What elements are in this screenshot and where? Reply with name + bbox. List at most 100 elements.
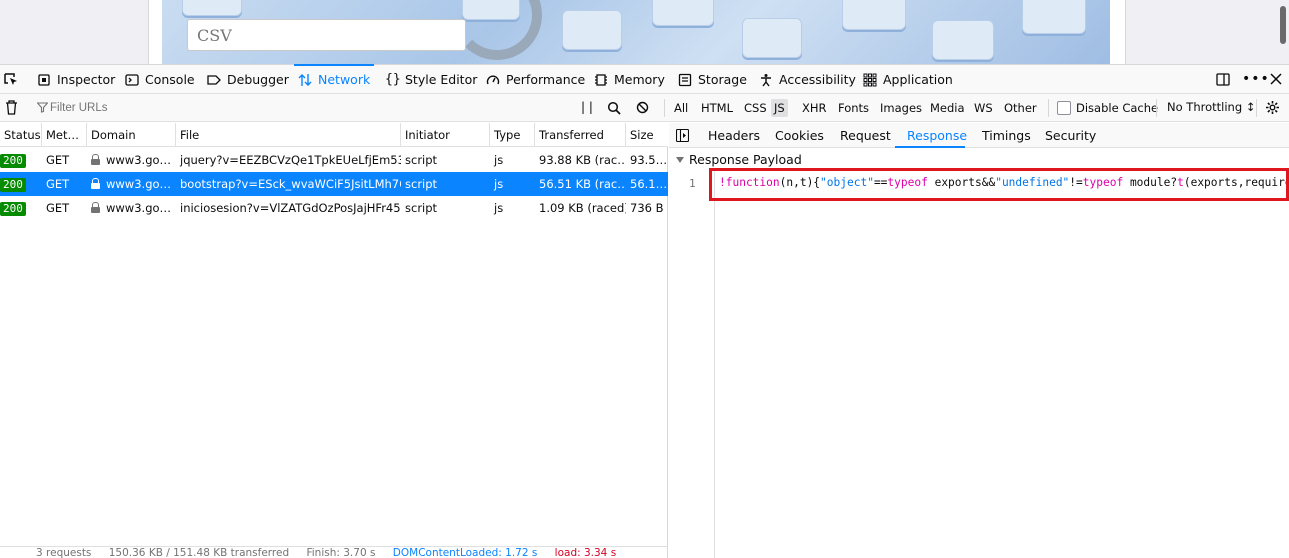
tab-performance[interactable]: Performance (486, 65, 585, 94)
table-row[interactable]: 200 GET www3.go… iniciosesion?v=VlZATGdO… (0, 196, 668, 220)
tab-label: Memory (614, 72, 665, 87)
dock-toggle-icon[interactable] (1216, 72, 1230, 89)
type-cell: js (494, 153, 504, 167)
annotation-highlight-box (709, 168, 1289, 201)
filter-type-ws[interactable]: WS (971, 99, 996, 117)
storage-icon (678, 73, 692, 87)
tab-storage[interactable]: Storage (678, 65, 747, 94)
method-cell: GET (46, 177, 70, 191)
domain-cell: www3.go… (87, 196, 176, 220)
initiator-cell[interactable]: script (401, 172, 490, 196)
tab-request[interactable]: Request (840, 123, 891, 148)
response-payload-header[interactable]: Response Payload (676, 152, 802, 167)
table-row[interactable]: 200 GET www3.go… bootstrap?v=ESck_wvaWCi… (0, 172, 668, 196)
request-count: 3 requests (36, 547, 92, 558)
details-tab-bar: Headers Cookies Request Response Timings… (669, 123, 1289, 148)
console-icon (125, 73, 139, 87)
tab-security[interactable]: Security (1045, 123, 1096, 148)
tab-application[interactable]: Application (863, 65, 953, 94)
search-icon[interactable] (607, 101, 621, 118)
element-picker-icon[interactable] (4, 73, 18, 86)
tab-label: Application (883, 72, 953, 87)
devtools-toolbar: Inspector Console Debugger Network {} St… (0, 64, 1289, 94)
size-cell: 736 B (630, 201, 664, 215)
tab-style-editor[interactable]: {} Style Editor (385, 65, 477, 94)
column-header-transferred[interactable]: Transferred (535, 123, 626, 147)
method-cell: GET (46, 153, 70, 167)
table-row[interactable]: 200 GET www3.go… jquery?v=EEZBCVzQe1TpkE… (0, 148, 668, 172)
filter-type-images[interactable]: Images (877, 99, 925, 117)
request-list-panel: Status Met… Domain File Initiator Type T… (0, 123, 668, 558)
status-badge: 200 (0, 202, 26, 216)
debugger-icon (207, 73, 221, 87)
accessibility-icon (759, 73, 773, 87)
line-number: 1 (689, 177, 696, 190)
filter-type-fonts[interactable]: Fonts (835, 99, 872, 117)
tab-inspector[interactable]: Inspector (37, 65, 115, 94)
disable-cache-checkbox[interactable] (1057, 101, 1071, 115)
status-badge: 200 (0, 178, 26, 192)
page-scrollbar[interactable] (1280, 6, 1286, 44)
filter-urls-input[interactable] (32, 98, 562, 118)
finish-time: Finish: 3.70 s (306, 547, 376, 558)
domain-text: www3.go… (106, 177, 172, 191)
column-header-size[interactable]: Size (626, 123, 668, 147)
tab-timings[interactable]: Timings (982, 123, 1031, 148)
tab-memory[interactable]: Memory (594, 65, 665, 94)
tab-network[interactable]: Network (293, 64, 375, 94)
filter-type-css[interactable]: CSS (741, 99, 770, 117)
memory-chip-icon (594, 73, 608, 87)
filter-type-other[interactable]: Other (1001, 99, 1040, 117)
braces-icon: {} (385, 71, 401, 87)
tab-label: Console (145, 72, 195, 87)
tab-label: Inspector (57, 72, 116, 87)
tab-headers[interactable]: Headers (708, 123, 760, 148)
size-cell: 56.1… (630, 177, 668, 191)
file-cell: bootstrap?v=ESck_wvaWCiF5JsitLMh765lhN (180, 177, 401, 191)
block-icon[interactable] (636, 101, 649, 117)
csv-input[interactable]: CSV (187, 19, 466, 51)
toggle-sidebar-icon[interactable] (675, 128, 690, 145)
line-number-gutter (669, 171, 715, 558)
tab-response[interactable]: Response (907, 123, 967, 148)
filter-type-js[interactable]: JS (771, 99, 788, 117)
size-cell: 93.5… (630, 153, 668, 167)
tab-console[interactable]: Console (125, 65, 195, 94)
domain-text: www3.go… (106, 153, 172, 167)
column-header-initiator[interactable]: Initiator (401, 123, 490, 147)
trash-icon[interactable] (5, 100, 18, 118)
lock-icon (91, 154, 100, 165)
close-icon[interactable] (1269, 72, 1283, 89)
column-header-file[interactable]: File (176, 123, 401, 147)
dom-content-loaded-time: DOMContentLoaded: 1.72 s (392, 547, 538, 558)
tab-cookies[interactable]: Cookies (775, 123, 824, 148)
column-header-method[interactable]: Met… (42, 123, 87, 147)
column-header-status[interactable]: Status (0, 123, 42, 147)
tab-accessibility[interactable]: Accessibility (759, 65, 856, 94)
file-cell: iniciosesion?v=VlZATGdOzPosJajHFr45yfKEv (180, 201, 401, 215)
pause-icon[interactable]: | | (581, 100, 593, 114)
more-options-icon[interactable]: ••• (1242, 72, 1270, 86)
settings-gear-icon[interactable] (1265, 100, 1280, 118)
filter-type-all[interactable]: All (671, 99, 691, 117)
tab-label: Style Editor (405, 72, 478, 87)
lock-icon (91, 178, 100, 189)
filter-type-html[interactable]: HTML (698, 99, 736, 117)
disable-cache-label: Disable Cache (1076, 101, 1159, 115)
tab-label: Storage (698, 72, 747, 87)
type-cell: js (494, 201, 504, 215)
triangle-down-icon (676, 157, 684, 163)
transferred-cell: 93.88 KB (rac… (539, 153, 626, 167)
column-header-type[interactable]: Type (490, 123, 535, 147)
column-header-domain[interactable]: Domain (87, 123, 176, 147)
network-toolbar: | | All HTML CSS JS XHR Fonts Images Med… (0, 94, 1289, 122)
initiator-cell[interactable]: script (401, 196, 490, 220)
initiator-cell[interactable]: script (401, 148, 490, 172)
payload-heading: Response Payload (689, 152, 802, 167)
transferred-cell: 1.09 KB (raced) (539, 201, 626, 215)
filter-type-media[interactable]: Media (927, 99, 968, 117)
filter-type-xhr[interactable]: XHR (799, 99, 830, 117)
tab-debugger[interactable]: Debugger (207, 65, 289, 94)
network-summary-bar: 3 requests 150.36 KB / 151.48 KB transfe… (0, 546, 668, 558)
throttling-select[interactable]: No Throttling ↕ (1167, 100, 1255, 114)
